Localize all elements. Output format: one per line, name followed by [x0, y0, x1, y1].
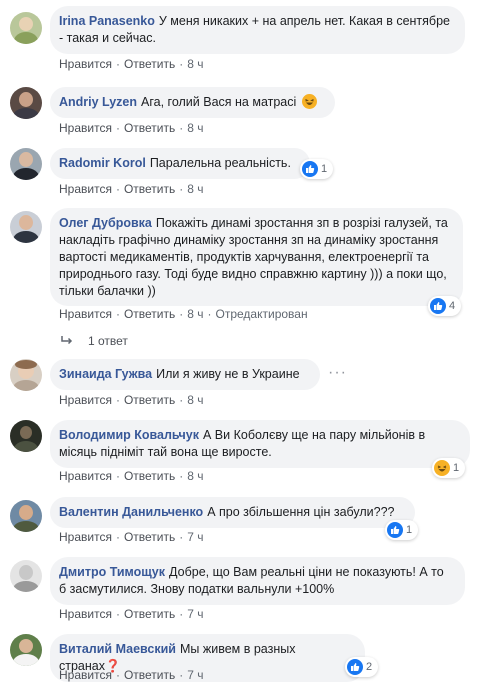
like-reaction-count[interactable]: 1: [300, 159, 334, 179]
comment-actions: Нравится · Ответить · 8 ч: [59, 393, 204, 407]
comment-bubble: Andriy Lyzen Ага, голий Вася на матрасі: [50, 87, 335, 118]
comment-text: А про збільшення цін забули???: [207, 505, 395, 519]
avatar[interactable]: [10, 148, 42, 180]
reply-link[interactable]: Ответить: [124, 182, 175, 196]
comment-text: Или я живу не в Украине: [156, 367, 300, 381]
avatar[interactable]: [10, 500, 42, 532]
comment-bubble: Олег Дубровка Покажіть динамі зростання з…: [50, 208, 463, 306]
comment-time[interactable]: 8 ч: [187, 121, 203, 135]
reply-link[interactable]: Ответить: [124, 121, 175, 135]
comment-actions: Нравится · Ответить · 8 ч: [59, 469, 204, 483]
comment-author[interactable]: Irina Panasenko: [59, 14, 155, 28]
reply-link[interactable]: Ответить: [124, 393, 175, 407]
comment-author[interactable]: Дмитро Тимощук: [59, 565, 165, 579]
comment-time[interactable]: 7 ч: [187, 530, 203, 544]
comment-actions: Нравится · Ответить · 8 ч: [59, 182, 204, 196]
comment-time[interactable]: 8 ч: [187, 393, 203, 407]
avatar[interactable]: [10, 634, 42, 666]
comment-author[interactable]: Виталий Маевский: [59, 642, 176, 656]
like-link[interactable]: Нравится: [59, 121, 112, 135]
comment-bubble: Валентин Данильченко А про збільшення цін…: [50, 497, 415, 528]
comment-time[interactable]: 8 ч: [187, 307, 203, 321]
avatar[interactable]: [10, 359, 42, 391]
like-reaction-count[interactable]: 4: [428, 296, 462, 316]
like-link[interactable]: Нравится: [59, 393, 112, 407]
reaction-count: 2: [366, 661, 373, 673]
comment-actions: Нравится · Ответить · 7 ч: [59, 607, 204, 621]
comment-bubble: Дмитро Тимощук Добре, що Вам реальні ціни…: [50, 557, 465, 605]
reaction-count: 1: [453, 462, 460, 474]
comment-time[interactable]: 7 ч: [187, 607, 203, 621]
laughing-emoji-icon: [301, 94, 317, 109]
comment-actions: Нравится · Ответить · 7 ч: [59, 530, 204, 544]
comment-actions: Нравится · Ответить · 7 ч: [59, 668, 204, 682]
reaction-count: 1: [406, 524, 413, 536]
comment-author[interactable]: Валентин Данильченко: [59, 505, 203, 519]
reply-link[interactable]: Ответить: [124, 530, 175, 544]
like-link[interactable]: Нравится: [59, 307, 112, 321]
like-icon: [347, 659, 363, 675]
comment-time[interactable]: 8 ч: [187, 182, 203, 196]
comment-bubble: Володимир Ковальчук А Ви Коболєву ще на п…: [50, 420, 470, 468]
like-icon: [430, 298, 446, 314]
avatar[interactable]: [10, 420, 42, 452]
view-replies-link[interactable]: 1 ответ: [60, 334, 128, 348]
like-reaction-count[interactable]: 1: [385, 520, 419, 540]
comment-author[interactable]: Andriy Lyzen: [59, 95, 137, 109]
like-reaction-count[interactable]: 2: [345, 657, 379, 677]
reply-link[interactable]: Ответить: [124, 607, 175, 621]
replies-count: 1 ответ: [88, 334, 128, 348]
avatar[interactable]: [10, 87, 42, 119]
like-link[interactable]: Нравится: [59, 469, 112, 483]
reply-arrow-icon: [60, 334, 74, 348]
like-link[interactable]: Нравится: [59, 530, 112, 544]
comment-actions: Нравится · Ответить · 8 ч · Отредактирован: [59, 307, 308, 321]
more-options-icon[interactable]: ···: [328, 364, 347, 382]
comment-bubble: Radomir Korol Паралельна реальність.: [50, 148, 310, 179]
reply-link[interactable]: Ответить: [124, 469, 175, 483]
comment-text: Паралельна реальність.: [149, 156, 291, 170]
comment-author[interactable]: Radomir Korol: [59, 156, 146, 170]
reaction-count: 1: [321, 163, 328, 175]
comment-actions: Нравится · Ответить · 8 ч: [59, 121, 204, 135]
comment-text: Ага, голий Вася на матрасі: [141, 95, 297, 109]
haha-reaction-count[interactable]: 1: [432, 458, 466, 478]
like-icon: [387, 522, 403, 538]
like-link[interactable]: Нравится: [59, 607, 112, 621]
like-link[interactable]: Нравится: [59, 182, 112, 196]
comment-actions: Нравится · Ответить · 8 ч: [59, 57, 204, 71]
comment-time[interactable]: 8 ч: [187, 57, 203, 71]
comment-author[interactable]: Зинаида Гужва: [59, 367, 152, 381]
comment-bubble: Зинаида Гужва Или я живу не в Украине: [50, 359, 320, 390]
reply-link[interactable]: Ответить: [124, 307, 175, 321]
edited-label: Отредактирован: [215, 307, 308, 321]
reply-link[interactable]: Ответить: [124, 668, 175, 682]
avatar[interactable]: [10, 560, 42, 592]
reaction-count: 4: [449, 300, 456, 312]
comment-bubble: Irina Panasenko У меня никаких + на апрел…: [50, 6, 465, 54]
comment-time[interactable]: 7 ч: [187, 668, 203, 682]
like-link[interactable]: Нравится: [59, 57, 112, 71]
avatar[interactable]: [10, 12, 42, 44]
comment-time[interactable]: 8 ч: [187, 469, 203, 483]
avatar[interactable]: [10, 211, 42, 243]
comment-author[interactable]: Олег Дубровка: [59, 216, 152, 230]
like-icon: [302, 161, 318, 177]
haha-icon: [434, 460, 450, 476]
comment-author[interactable]: Володимир Ковальчук: [59, 428, 199, 442]
reply-link[interactable]: Ответить: [124, 57, 175, 71]
like-link[interactable]: Нравится: [59, 668, 112, 682]
